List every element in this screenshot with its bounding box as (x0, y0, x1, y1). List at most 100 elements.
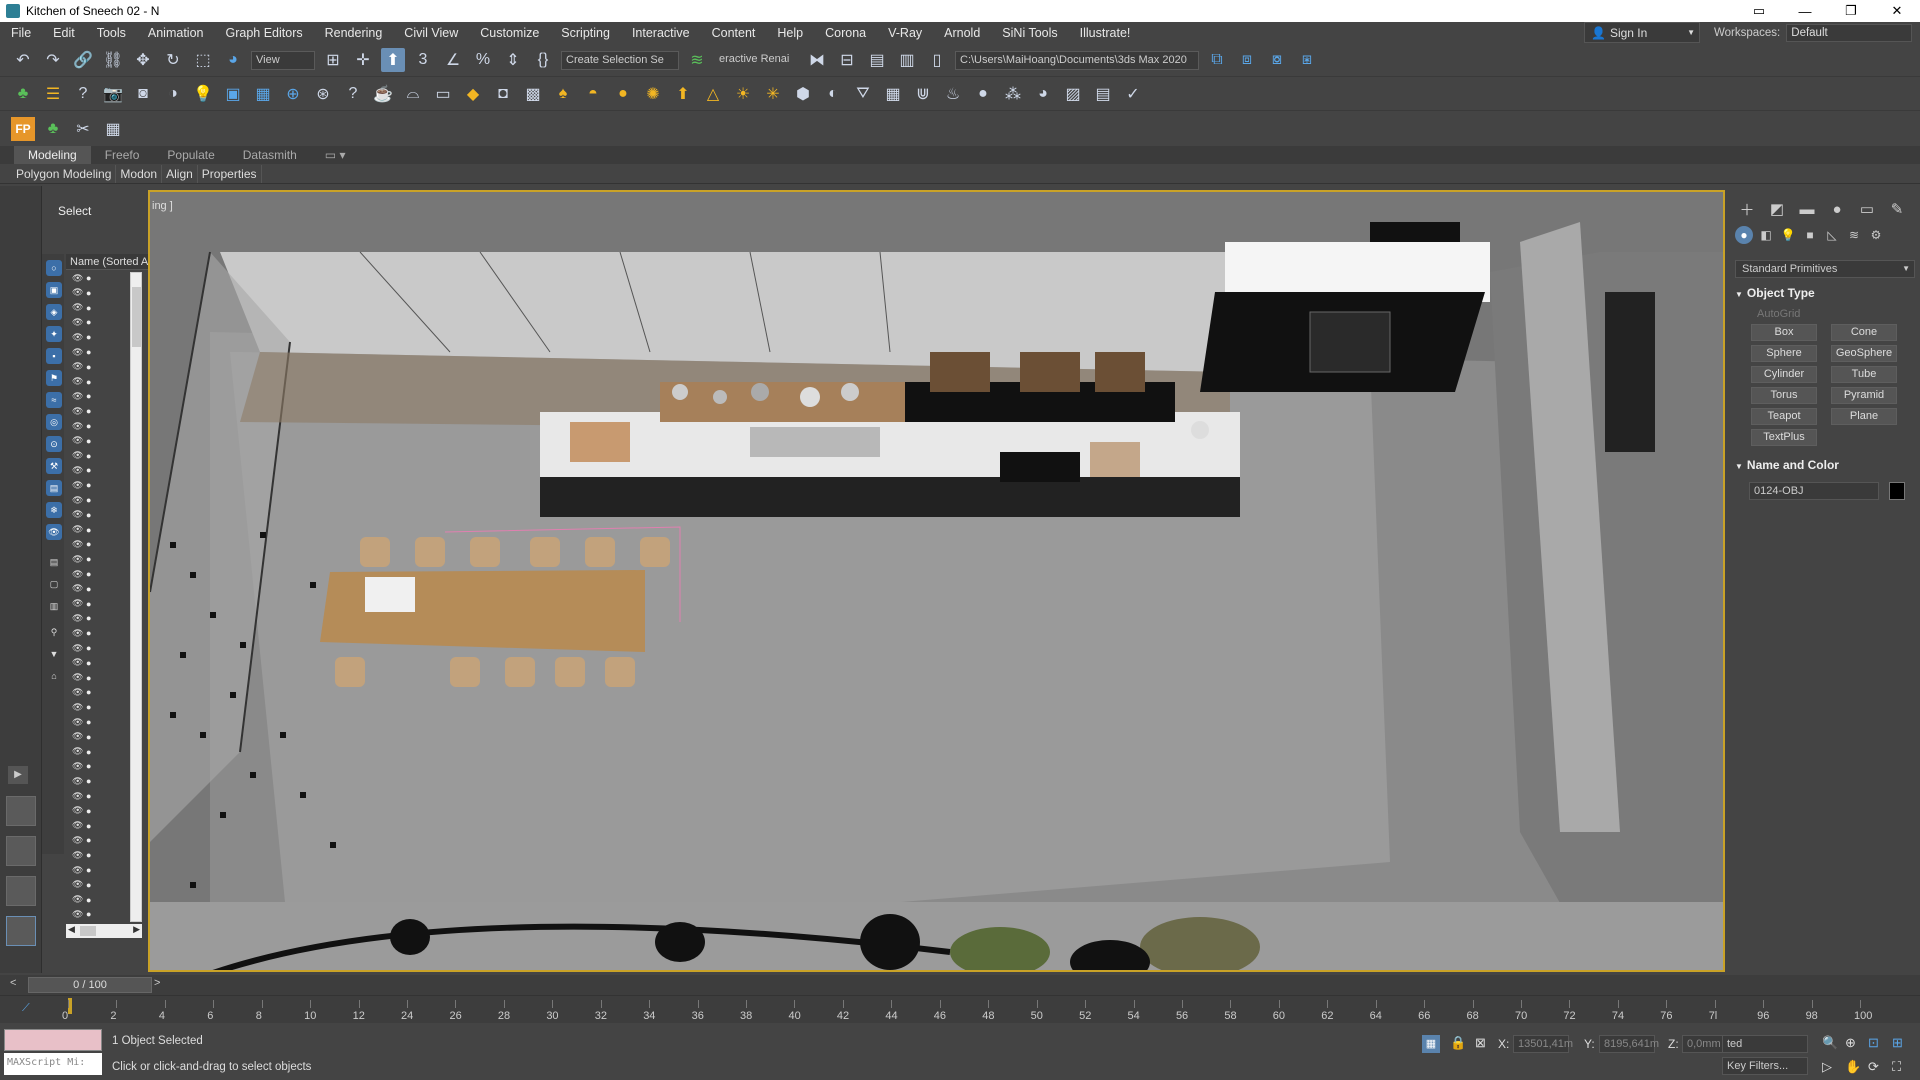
spot-light-icon[interactable]: ⬆ (671, 82, 695, 106)
render-toggle-icon[interactable]: ● (86, 539, 91, 549)
visibility-eye-icon[interactable]: 👁 (72, 554, 83, 565)
scene-explorer-icon[interactable]: ▤ (865, 48, 889, 72)
render-toggle-icon[interactable]: ● (86, 776, 91, 786)
explorer-row[interactable]: 👁 ● (66, 361, 126, 373)
sky-icon[interactable]: ✳ (761, 82, 785, 106)
ies-light-icon[interactable]: ✺ (641, 82, 665, 106)
filter-funnel-icon[interactable]: ▼ (46, 646, 62, 662)
spacewarps-category-icon[interactable]: ≋ (1845, 226, 1863, 244)
explorer-row[interactable]: 👁 ● (66, 657, 126, 669)
render-toggle-icon[interactable]: ● (86, 569, 91, 579)
visibility-eye-icon[interactable]: 👁 (72, 865, 83, 876)
close-button[interactable]: ✕ (1874, 0, 1920, 22)
render-region-icon[interactable]: ▦ (251, 82, 275, 106)
xrefs-filter-icon[interactable]: ⊙ (46, 436, 62, 452)
list-icon[interactable]: ☰ (41, 82, 65, 106)
frame-buffer-icon[interactable]: ▣ (221, 82, 245, 106)
menu-file[interactable]: File (0, 22, 42, 44)
maximize-button[interactable]: ❐ (1828, 0, 1874, 22)
render-toggle-icon[interactable]: ● (86, 391, 91, 401)
zoom-icon[interactable]: 🔍 (1822, 1035, 1838, 1051)
select-object-icon[interactable]: ⬆ (381, 48, 405, 72)
render-toggle-icon[interactable]: ● (86, 332, 91, 342)
cube-icon[interactable]: ⬢ (791, 82, 815, 106)
grid-icon[interactable]: ▦ (881, 82, 905, 106)
explorer-row[interactable]: 👁 ● (66, 686, 126, 698)
redo-icon[interactable]: ↷ (41, 48, 65, 72)
explorer-row[interactable]: 👁 ● (66, 376, 126, 388)
sphere-button[interactable]: Sphere (1751, 345, 1817, 362)
explorer-row[interactable]: 👁 ● (66, 287, 126, 299)
menu-civil-view[interactable]: Civil View (393, 22, 469, 44)
render-toggle-icon[interactable]: ● (86, 673, 91, 683)
render-toggle-icon[interactable]: ● (86, 821, 91, 831)
cameras-filter-icon[interactable]: ▪ (46, 348, 62, 364)
visibility-eye-icon[interactable]: 👁 (72, 613, 83, 624)
explorer-row[interactable]: 👁 ● (66, 464, 126, 476)
visibility-eye-icon[interactable]: 👁 (72, 421, 83, 432)
edit-named-selection-icon[interactable]: {} (531, 48, 555, 72)
time-slider-thumb[interactable]: 0 / 100 (28, 977, 152, 993)
undo-icon[interactable]: ↶ (11, 48, 35, 72)
torus-button[interactable]: Torus (1751, 387, 1817, 404)
viewport-label[interactable]: ing ] (152, 200, 173, 212)
explorer-row[interactable]: 👁 ● (66, 331, 126, 343)
z-coordinate[interactable]: 0,0mm (1682, 1035, 1724, 1053)
box-icon[interactable]: ▭ (431, 82, 455, 106)
key-filters-button[interactable]: Key Filters... (1722, 1057, 1808, 1075)
explorer-row[interactable]: 👁 ● (66, 672, 126, 684)
sphere-material-icon[interactable]: ◑ (161, 82, 185, 106)
menu-graph-editors[interactable]: Graph Editors (214, 22, 313, 44)
explorer-row[interactable]: 👁 ● (66, 894, 126, 906)
snaps-toggle-icon[interactable]: 3 (411, 48, 435, 72)
explorer-row[interactable]: 👁 ● (66, 509, 126, 521)
motion-tab-icon[interactable]: ● (1825, 198, 1849, 220)
teapot-button[interactable]: Teapot (1751, 408, 1817, 425)
render-toggle-icon[interactable]: ● (86, 465, 91, 475)
subtab-properties[interactable]: Properties (198, 164, 262, 183)
visibility-eye-icon[interactable]: 👁 (72, 702, 83, 713)
proxy-icon[interactable]: ⊛ (311, 82, 335, 106)
align-icon[interactable]: ⊟ (835, 48, 859, 72)
all-filter-icon[interactable]: ▤ (46, 554, 62, 570)
x-coordinate[interactable]: 13501,41m (1513, 1035, 1573, 1053)
autogrid-checkbox[interactable]: AutoGrid (1757, 308, 1800, 320)
tree-icon[interactable]: ♣ (11, 82, 35, 106)
explorer-scrollbar[interactable] (130, 272, 142, 922)
render-toggle-icon[interactable]: ● (86, 658, 91, 668)
explorer-row[interactable]: 👁 ● (66, 612, 126, 624)
visibility-eye-icon[interactable]: 👁 (72, 376, 83, 387)
visibility-eye-icon[interactable]: 👁 (72, 791, 83, 802)
explorer-row[interactable]: 👁 ● (66, 760, 126, 772)
object-color-swatch[interactable] (1889, 482, 1905, 500)
visibility-eye-icon[interactable]: 👁 (72, 450, 83, 461)
visibility-eye-icon[interactable]: 👁 (72, 406, 83, 417)
rotate-icon[interactable]: ↻ (161, 48, 185, 72)
subtab-polygon-modeling[interactable]: Polygon Modeling (12, 164, 117, 183)
visibility-eye-icon[interactable]: 👁 (72, 509, 83, 520)
selection-set-dropdown[interactable]: ted (1722, 1035, 1808, 1053)
reference-coordinate-dropdown[interactable]: View (251, 50, 315, 70)
corona-help-icon[interactable]: ? (341, 82, 365, 106)
curve-editor-icon[interactable]: ⟋ (22, 1002, 30, 1015)
track-bar[interactable]: ⟋ 0 2 4 6 8 10 12 24 26 28 30 32 34 36 38 40 42 44 46 48 50 5… (0, 995, 1920, 1023)
sun-icon[interactable]: ☀ (731, 82, 755, 106)
link-icon[interactable]: 🔗 (71, 48, 95, 72)
helpers-filter-icon[interactable]: ⚑ (46, 370, 62, 386)
unlink-icon[interactable]: ⛓ (101, 48, 125, 72)
explorer-row[interactable]: 👁 ● (66, 390, 126, 402)
time-prev-icon[interactable]: < (10, 977, 16, 989)
explorer-row[interactable]: 👁 ● (66, 420, 126, 432)
visibility-eye-icon[interactable]: 👁 (72, 524, 83, 535)
helpers-category-icon[interactable]: ◺ (1823, 226, 1841, 244)
table-icon[interactable]: ▦ (101, 117, 125, 141)
lamp-icon[interactable]: ♠ (551, 82, 575, 106)
visibility-eye-icon[interactable]: 👁 (72, 569, 83, 580)
pan-view-icon[interactable]: ✋ (1845, 1059, 1861, 1075)
render-toggle-icon[interactable]: ● (86, 347, 91, 357)
render-toggle-icon[interactable]: ● (86, 377, 91, 387)
visibility-eye-icon[interactable]: 👁 (72, 717, 83, 728)
display-tab-icon[interactable]: ▭ (1855, 198, 1879, 220)
visibility-eye-icon[interactable]: 👁 (72, 805, 83, 816)
maxscript-mini-listener[interactable]: MAXScript Mi: (4, 1053, 102, 1075)
